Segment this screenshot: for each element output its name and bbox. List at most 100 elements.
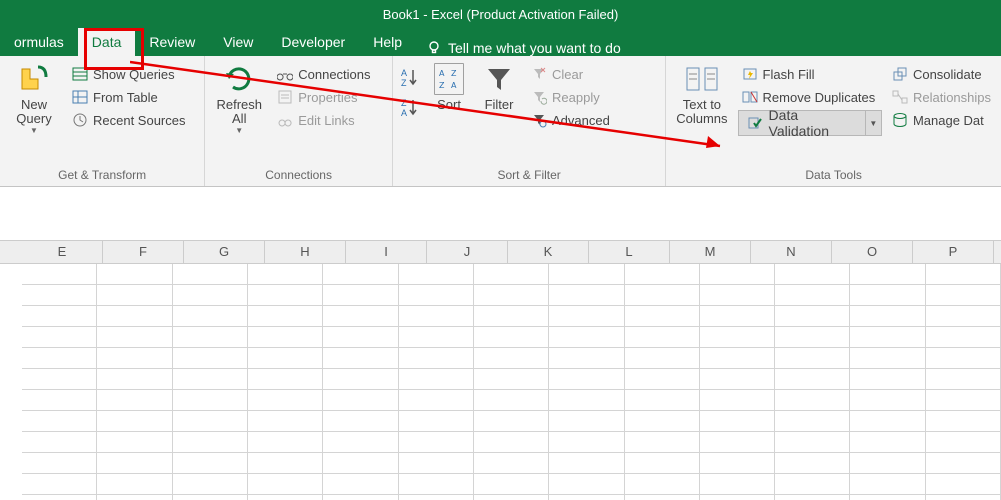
cell[interactable] bbox=[97, 327, 172, 348]
tab-review[interactable]: Review bbox=[135, 28, 209, 56]
cell[interactable] bbox=[625, 474, 700, 495]
cell-row[interactable] bbox=[0, 369, 1001, 390]
refresh-all-button[interactable]: Refresh All ▼ bbox=[211, 60, 267, 135]
cell[interactable] bbox=[700, 432, 775, 453]
cell[interactable] bbox=[248, 327, 323, 348]
cell[interactable] bbox=[474, 264, 549, 285]
cell[interactable] bbox=[850, 306, 925, 327]
column-header[interactable]: I bbox=[346, 241, 427, 263]
cell[interactable] bbox=[850, 327, 925, 348]
cell-row[interactable] bbox=[0, 264, 1001, 285]
cell[interactable] bbox=[700, 285, 775, 306]
column-header[interactable]: F bbox=[103, 241, 184, 263]
cell[interactable] bbox=[926, 348, 1001, 369]
column-header[interactable]: N bbox=[751, 241, 832, 263]
cell[interactable] bbox=[700, 411, 775, 432]
cell[interactable] bbox=[474, 432, 549, 453]
tell-me-search[interactable]: Tell me what you want to do bbox=[426, 40, 621, 56]
cells-area[interactable] bbox=[0, 264, 1001, 500]
cell[interactable] bbox=[474, 348, 549, 369]
cell[interactable] bbox=[173, 390, 248, 411]
cell[interactable] bbox=[399, 390, 474, 411]
cell[interactable] bbox=[700, 327, 775, 348]
cell[interactable] bbox=[700, 306, 775, 327]
filter-button[interactable]: Filter bbox=[477, 60, 521, 112]
cell[interactable] bbox=[22, 495, 97, 500]
cell[interactable] bbox=[323, 474, 398, 495]
cell[interactable] bbox=[926, 432, 1001, 453]
cell[interactable] bbox=[549, 348, 624, 369]
cell[interactable] bbox=[926, 285, 1001, 306]
cell[interactable] bbox=[323, 411, 398, 432]
cell[interactable] bbox=[173, 327, 248, 348]
cell[interactable] bbox=[700, 474, 775, 495]
cell[interactable] bbox=[926, 453, 1001, 474]
cell[interactable] bbox=[850, 474, 925, 495]
cell[interactable] bbox=[850, 390, 925, 411]
cell[interactable] bbox=[323, 348, 398, 369]
cell[interactable] bbox=[22, 390, 97, 411]
cell[interactable] bbox=[775, 453, 850, 474]
cell[interactable] bbox=[850, 453, 925, 474]
cell-row[interactable] bbox=[0, 495, 1001, 500]
cell[interactable] bbox=[625, 411, 700, 432]
column-header[interactable]: J bbox=[427, 241, 508, 263]
cell[interactable] bbox=[549, 285, 624, 306]
cell[interactable] bbox=[549, 453, 624, 474]
advanced-button[interactable]: Advanced bbox=[527, 110, 614, 130]
cell-row[interactable] bbox=[0, 285, 1001, 306]
cell[interactable] bbox=[248, 285, 323, 306]
cell[interactable] bbox=[248, 306, 323, 327]
cell[interactable] bbox=[22, 474, 97, 495]
cell[interactable] bbox=[700, 390, 775, 411]
tab-help[interactable]: Help bbox=[359, 28, 416, 56]
sort-button[interactable]: AZZA Sort bbox=[427, 60, 471, 112]
cell[interactable] bbox=[625, 495, 700, 500]
cell[interactable] bbox=[22, 306, 97, 327]
cell[interactable] bbox=[850, 495, 925, 500]
cell[interactable] bbox=[775, 390, 850, 411]
cell[interactable] bbox=[97, 285, 172, 306]
cell[interactable] bbox=[97, 348, 172, 369]
cell[interactable] bbox=[926, 327, 1001, 348]
cell[interactable] bbox=[323, 306, 398, 327]
cell[interactable] bbox=[850, 369, 925, 390]
cell[interactable] bbox=[775, 306, 850, 327]
cell-row[interactable] bbox=[0, 306, 1001, 327]
cell[interactable] bbox=[549, 495, 624, 500]
cell[interactable] bbox=[775, 411, 850, 432]
cell[interactable] bbox=[549, 327, 624, 348]
cell[interactable] bbox=[22, 264, 97, 285]
cell[interactable] bbox=[625, 453, 700, 474]
cell[interactable] bbox=[248, 264, 323, 285]
cell[interactable] bbox=[173, 348, 248, 369]
cell[interactable] bbox=[625, 348, 700, 369]
cell[interactable] bbox=[97, 390, 172, 411]
cell[interactable] bbox=[625, 327, 700, 348]
new-query-button[interactable]: New Query ▼ bbox=[6, 60, 62, 135]
cell[interactable] bbox=[850, 348, 925, 369]
cell[interactable] bbox=[323, 327, 398, 348]
cell[interactable] bbox=[775, 327, 850, 348]
cell[interactable] bbox=[248, 390, 323, 411]
cell[interactable] bbox=[474, 495, 549, 500]
cell[interactable] bbox=[926, 495, 1001, 500]
flash-fill-button[interactable]: Flash Fill bbox=[738, 64, 882, 84]
cell[interactable] bbox=[850, 411, 925, 432]
from-table-button[interactable]: From Table bbox=[68, 87, 190, 107]
cell[interactable] bbox=[173, 474, 248, 495]
manage-data-model-button[interactable]: Manage Dat bbox=[888, 110, 995, 130]
cell[interactable] bbox=[399, 306, 474, 327]
cell[interactable] bbox=[323, 285, 398, 306]
cell[interactable] bbox=[22, 348, 97, 369]
cell[interactable] bbox=[926, 264, 1001, 285]
cell[interactable] bbox=[625, 390, 700, 411]
text-to-columns-button[interactable]: Text to Columns bbox=[672, 60, 731, 127]
cell[interactable] bbox=[173, 285, 248, 306]
cell[interactable] bbox=[173, 264, 248, 285]
cell[interactable] bbox=[549, 474, 624, 495]
cell[interactable] bbox=[173, 306, 248, 327]
cell[interactable] bbox=[926, 390, 1001, 411]
cell[interactable] bbox=[97, 411, 172, 432]
cell[interactable] bbox=[399, 474, 474, 495]
